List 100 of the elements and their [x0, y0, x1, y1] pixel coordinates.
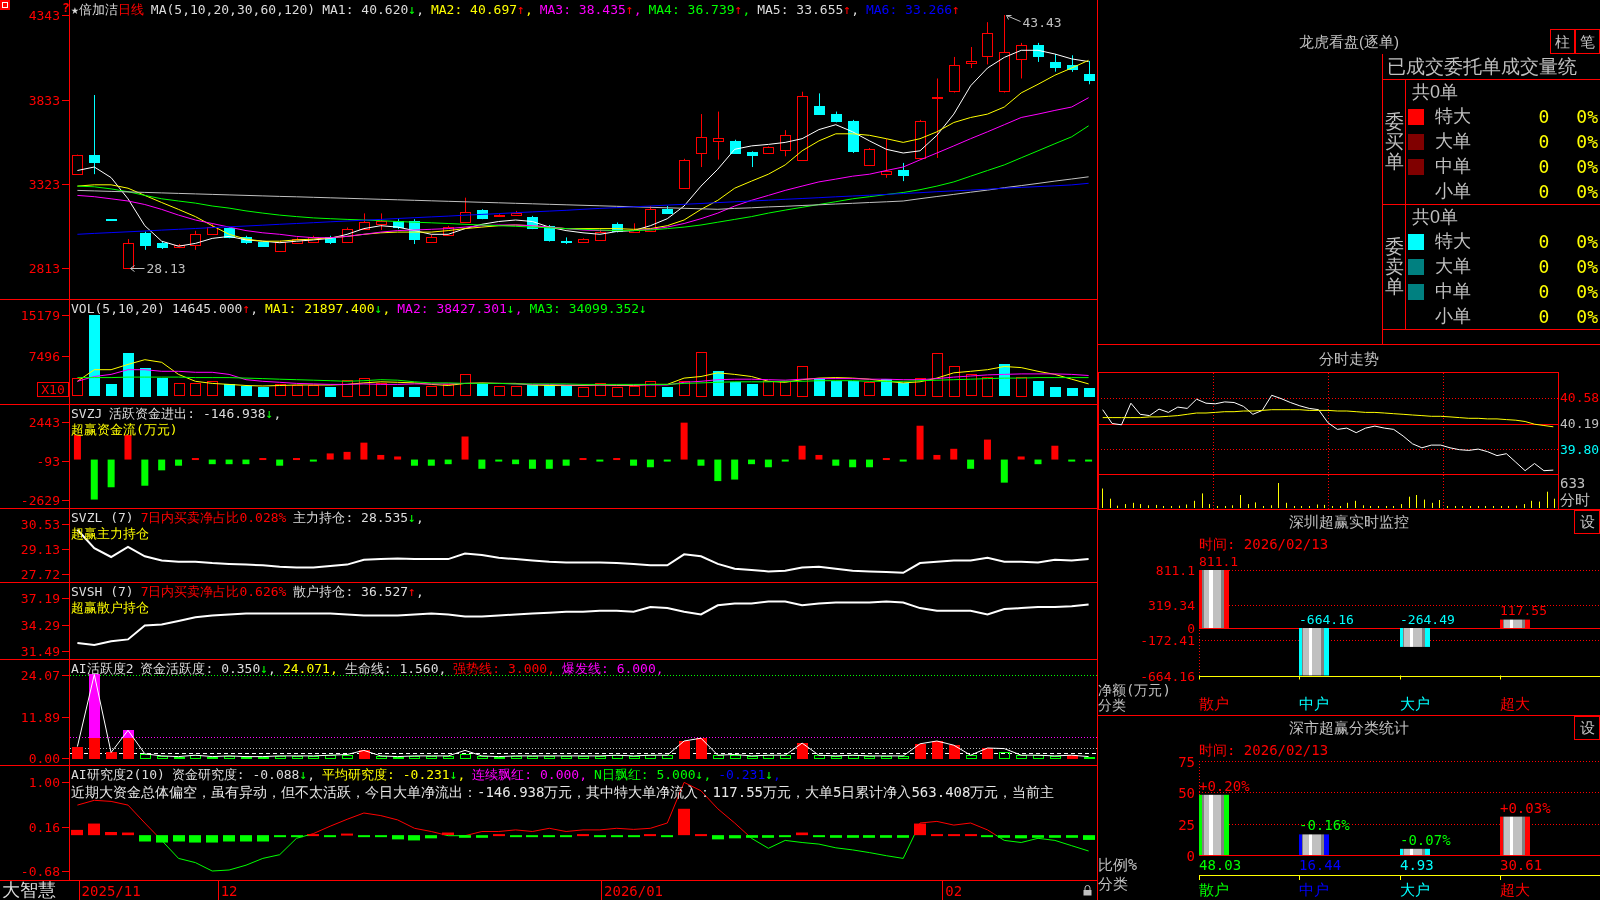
axis-label: 319.34 [1148, 598, 1195, 613]
axis-label: 3833 [28, 93, 60, 108]
stock-title: ★倍加洁日线 [71, 2, 144, 18]
candle [915, 119, 926, 160]
axis-label: 2443 [28, 415, 60, 430]
candle [426, 234, 437, 243]
axis-label: 7496 [28, 349, 60, 364]
table-title: 已成交委托单成交量统 [1387, 54, 1577, 79]
candle [881, 138, 892, 179]
app-logo: 大智慧 [2, 880, 56, 900]
indicator-value: -0.231↓, [718, 767, 781, 783]
indicator-title: SVSH (7) [71, 584, 134, 600]
category-label: 中户 [1299, 881, 1329, 899]
indicator-value: N日飘红: 5.000↓, [594, 767, 712, 783]
order-size-label: 大单 [1435, 256, 1471, 276]
indicator-value: 强势线: 3.000, [453, 661, 555, 677]
settings-button[interactable]: 设 [1574, 510, 1600, 534]
axis-label: 4343 [28, 8, 60, 23]
axis-title: 分类 [1098, 697, 1126, 713]
candle [1050, 53, 1061, 73]
candle [898, 162, 909, 182]
change-label: -0.16% [1299, 817, 1350, 834]
candle [157, 241, 168, 250]
data-label: 117.55 [1500, 603, 1547, 619]
candle [494, 213, 505, 217]
order-count: 0 [1538, 305, 1550, 328]
candle [207, 223, 218, 235]
leader-arrow-icon [1006, 15, 1021, 22]
settings-button[interactable]: 设 [1574, 716, 1600, 740]
bar [1500, 619, 1530, 628]
indicator-value: 散户持仓: 36.527↑, [293, 584, 424, 600]
order-percent: 0% [1576, 305, 1598, 328]
view-toggle-button[interactable]: 柱 [1550, 29, 1575, 54]
candle [308, 235, 319, 243]
order-count: 0 [1538, 256, 1550, 278]
candle [174, 243, 185, 249]
candle [612, 222, 623, 233]
axis-title: 比例% [1098, 856, 1138, 874]
help-button[interactable]: ? [62, 0, 70, 18]
axis-label: 50 [1178, 784, 1195, 801]
order-count: 0 [1538, 106, 1550, 129]
order-size-label: 特大 [1435, 106, 1471, 127]
change-label: +0.20% [1199, 777, 1250, 794]
view-toggle-button[interactable]: 笔 [1575, 29, 1600, 54]
candle [393, 218, 404, 230]
candle [241, 235, 252, 245]
axis-label: 2813 [28, 261, 60, 276]
indicator-value: MA4: 36.739↑, [648, 2, 751, 18]
candle [477, 208, 488, 220]
axis-label: 11.89 [20, 710, 60, 725]
date-label: 02 [945, 883, 963, 899]
data-label: 48.03 [1199, 857, 1242, 873]
candle [325, 235, 336, 245]
order-size-label: 大单 [1435, 131, 1471, 151]
candle [864, 147, 875, 166]
indicator-subtitle: 超赢散户持仓 [71, 600, 149, 616]
indicator-value: 24.071, [282, 661, 338, 677]
candle [679, 158, 690, 190]
price-annotation: 43.43 [1022, 15, 1062, 30]
candle [460, 197, 471, 223]
candle [511, 210, 522, 217]
axis-label: -664.16 [1140, 669, 1195, 684]
candle [1067, 54, 1078, 73]
candle [662, 205, 673, 214]
bar [1400, 628, 1430, 647]
axis-title: 分类 [1098, 875, 1128, 893]
candle [797, 91, 808, 161]
bar [1299, 628, 1329, 676]
date-label: 2026/01 [604, 883, 664, 899]
indicator-title: AI研究度2(10) [71, 767, 165, 783]
candle [359, 212, 370, 230]
order-percent: 0% [1576, 106, 1598, 129]
indicator-value: MA1: 21897.400↓, [265, 301, 391, 317]
change-label: +0.03% [1500, 799, 1551, 816]
data-label: -664.16 [1299, 611, 1354, 627]
axis-label: 0 [1187, 621, 1195, 636]
indicator-value: MA3: 38.435↑, [539, 2, 642, 18]
order-percent: 0% [1576, 180, 1598, 203]
candle [409, 218, 420, 245]
axis-label: 27.72 [20, 567, 60, 582]
square-icon [0, 0, 10, 10]
candle [629, 222, 640, 233]
candle [342, 227, 353, 243]
change-label: -0.07% [1400, 831, 1451, 848]
candle [275, 240, 286, 252]
category-label: 散户 [1199, 695, 1229, 713]
order-percent: 0% [1576, 155, 1598, 178]
order-size-label: 小单 [1435, 305, 1471, 326]
volume-max-label: 633 [1560, 475, 1586, 491]
indicator-value: 平均研究度: -0.231↓, [322, 767, 466, 783]
indicator-value: MA6: 33.266↑ [865, 2, 960, 18]
indicator-value: 资金研究度: -0.088↓, [171, 767, 316, 783]
indicator-value: MA2: 38427.301↓, [397, 301, 523, 317]
candle [595, 228, 606, 242]
candle [780, 129, 791, 157]
indicator-value: 7日内买卖净占比0.028% [140, 510, 287, 526]
axis-label: 29.13 [20, 542, 60, 557]
order-size-label: 中单 [1435, 280, 1471, 301]
panel-title: 深市超赢分类统计 [1289, 719, 1409, 737]
axis-label: 39.80 [1560, 441, 1600, 457]
